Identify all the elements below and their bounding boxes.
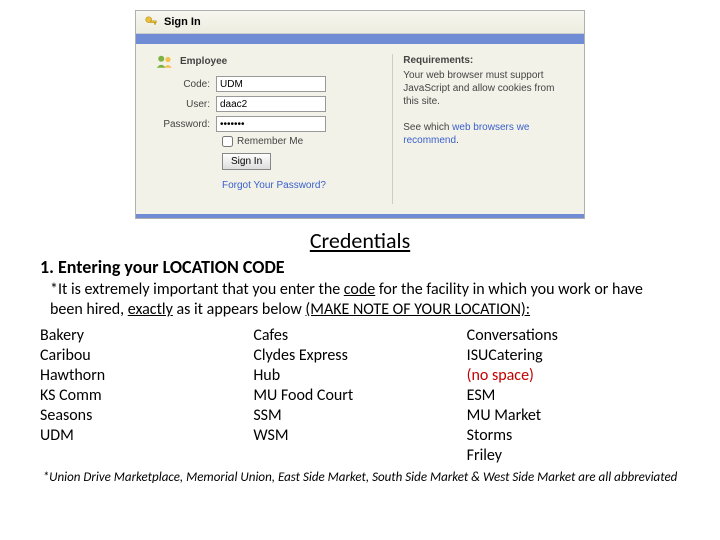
code-input[interactable] <box>216 76 326 92</box>
forgot-password-link[interactable]: Forgot Your Password? <box>222 180 392 191</box>
employee-header: Employee <box>156 54 392 68</box>
requirements-text2b: . <box>456 135 459 146</box>
signin-button[interactable]: Sign In <box>222 153 271 170</box>
step-heading: 1. Entering your LOCATION CODE <box>40 256 680 278</box>
code-label: Code: <box>156 79 216 90</box>
password-label: Password: <box>156 119 216 130</box>
abbreviation-footnote: *Union Drive Marketplace, Memorial Union… <box>40 470 680 485</box>
code-item: SSM <box>253 406 466 426</box>
code-item: Storms <box>467 426 680 446</box>
employee-label: Employee <box>180 56 227 67</box>
code-item: MU Market <box>467 406 680 426</box>
codes-col-3: Conversations ISUCatering (no space) ESM… <box>467 326 680 466</box>
code-item: Bakery <box>40 326 253 346</box>
instruction-text: *It is extremely important that you ente… <box>50 280 670 320</box>
requirements-heading: Requirements: <box>403 54 572 67</box>
code-item: ESM <box>467 386 680 406</box>
code-item: Seasons <box>40 406 253 426</box>
footer-bar <box>136 214 584 218</box>
titlebar: Sign In <box>136 11 584 34</box>
location-codes: Bakery Caribou Hawthorn KS Comm Seasons … <box>40 326 680 466</box>
user-label: User: <box>156 99 216 110</box>
user-input[interactable] <box>216 96 326 112</box>
code-item: KS Comm <box>40 386 253 406</box>
requirements-panel: Requirements: Your web browser must supp… <box>392 54 572 204</box>
people-icon <box>156 54 174 68</box>
password-input[interactable] <box>216 116 326 132</box>
code-item: Friley <box>467 446 680 466</box>
code-item: Hawthorn <box>40 366 253 386</box>
requirements-text2a: See which <box>403 122 452 133</box>
nospace-note: (no space) <box>467 366 680 386</box>
remember-label: Remember Me <box>237 136 303 147</box>
header-bar <box>136 34 584 44</box>
code-item: WSM <box>253 426 466 446</box>
signin-screenshot: Sign In Employee Code: <box>135 10 585 219</box>
code-item: ISUCatering (no space) <box>467 346 680 386</box>
codes-col-2: Cafes Clydes Express Hub MU Food Court S… <box>253 326 466 466</box>
code-item: Conversations <box>467 326 680 346</box>
page-title: Credentials <box>40 227 680 254</box>
requirements-text: Your web browser must support JavaScript… <box>403 70 554 107</box>
codes-col-1: Bakery Caribou Hawthorn KS Comm Seasons … <box>40 326 253 466</box>
code-item: MU Food Court <box>253 386 466 406</box>
key-icon <box>144 15 158 29</box>
code-item: Cafes <box>253 326 466 346</box>
remember-checkbox[interactable] <box>222 136 233 147</box>
code-item: UDM <box>40 426 253 446</box>
code-item: Clydes Express <box>253 346 466 366</box>
signin-title: Sign In <box>164 16 201 28</box>
code-item: Caribou <box>40 346 253 366</box>
code-item: Hub <box>253 366 466 386</box>
